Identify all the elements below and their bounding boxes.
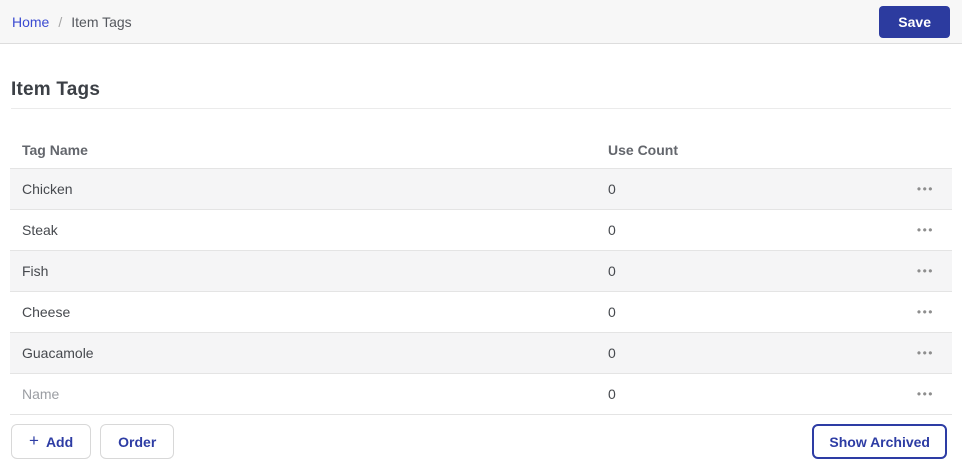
use-count-cell: 0 [608, 304, 616, 320]
row-menu-icon[interactable]: ••• [915, 302, 936, 322]
footer-bar: + Add Order Show Archived [0, 424, 962, 459]
tag-name-cell[interactable]: Guacamole [10, 345, 608, 361]
column-header-tag-name: Tag Name [22, 141, 88, 158]
tag-name-cell[interactable]: Cheese [10, 304, 608, 320]
use-count-cell: 0 [608, 263, 616, 279]
new-tag-use-count: 0 [608, 386, 616, 402]
table-body: Chicken 0 ••• Steak 0 ••• Fish 0 ••• Che… [10, 169, 952, 374]
row-menu-icon[interactable]: ••• [915, 384, 936, 404]
table-header-row: Tag Name Use Count [10, 131, 952, 169]
breadcrumb: Home / Item Tags [12, 14, 132, 30]
breadcrumb-separator: / [58, 13, 63, 30]
topbar: Home / Item Tags Save [0, 0, 962, 44]
table-row: Fish 0 ••• [10, 251, 952, 292]
show-archived-button[interactable]: Show Archived [812, 424, 947, 459]
column-header-use-count: Use Count [608, 141, 678, 158]
use-count-cell: 0 [608, 222, 616, 238]
row-menu-icon[interactable]: ••• [915, 343, 936, 363]
order-button[interactable]: Order [100, 424, 175, 459]
table-row: Steak 0 ••• [10, 210, 952, 251]
table-row: Chicken 0 ••• [10, 169, 952, 210]
item-tags-table: Tag Name Use Count Chicken 0 ••• Steak 0… [10, 131, 952, 415]
title-section: Item Tags [11, 78, 951, 109]
add-button[interactable]: + Add [11, 424, 92, 459]
new-tag-row: 0 ••• [10, 374, 952, 415]
plus-icon: + [29, 431, 39, 450]
new-tag-name-input[interactable] [22, 386, 608, 402]
use-count-cell: 0 [608, 181, 616, 197]
row-menu-icon[interactable]: ••• [915, 179, 936, 199]
add-button-label: Add [45, 433, 74, 450]
breadcrumb-home-link[interactable]: Home [12, 14, 49, 30]
page-title: Item Tags [11, 79, 101, 100]
row-menu-icon[interactable]: ••• [915, 220, 936, 240]
table-row: Cheese 0 ••• [10, 292, 952, 333]
row-menu-icon[interactable]: ••• [915, 261, 936, 281]
tag-name-cell[interactable]: Steak [10, 222, 608, 238]
tag-name-cell[interactable]: Chicken [10, 181, 608, 197]
tag-name-cell[interactable]: Fish [10, 263, 608, 279]
save-button[interactable]: Save [879, 5, 950, 38]
table-row: Guacamole 0 ••• [10, 333, 952, 374]
breadcrumb-current: Item Tags [71, 13, 132, 30]
use-count-cell: 0 [608, 345, 616, 361]
